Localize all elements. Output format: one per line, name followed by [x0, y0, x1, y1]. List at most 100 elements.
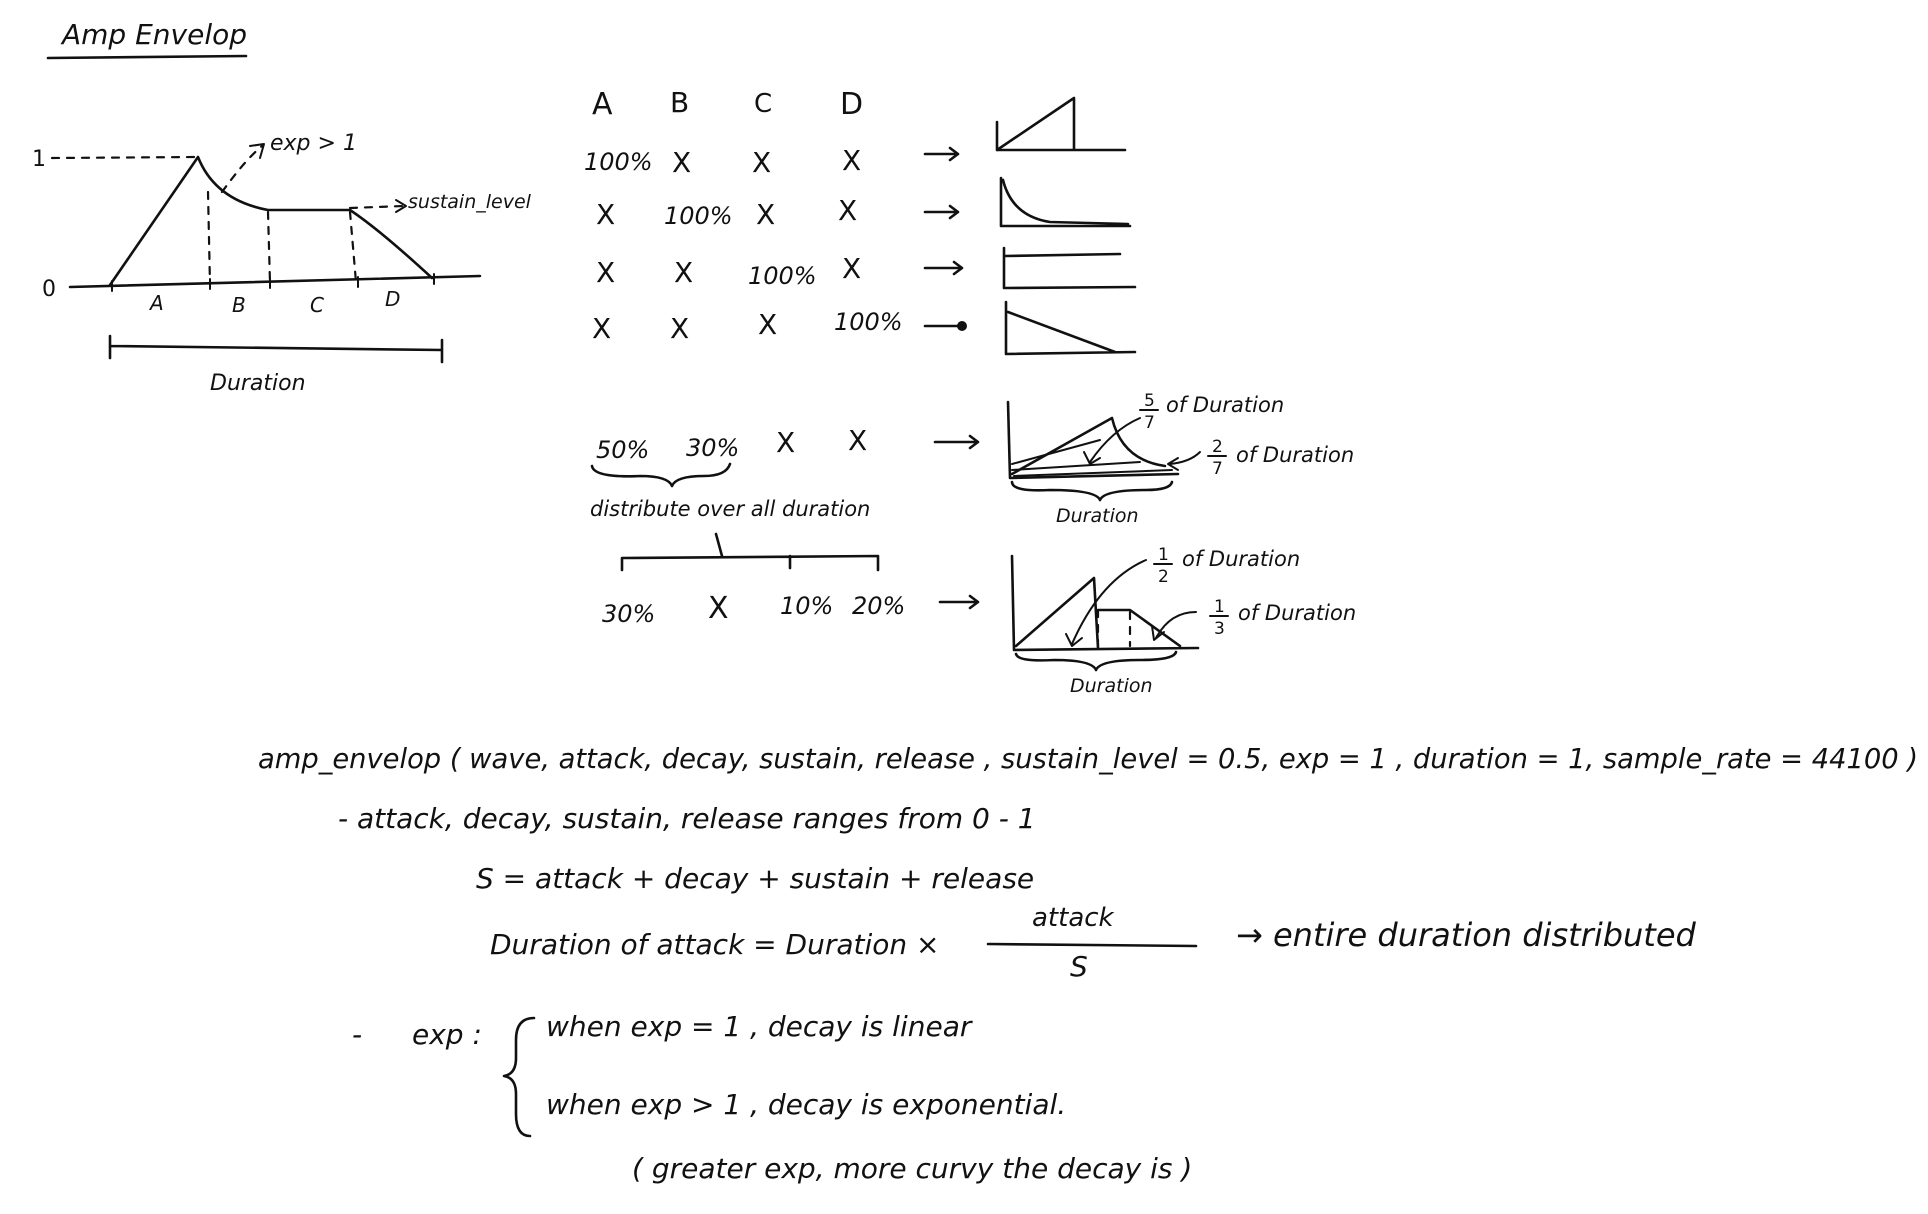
table-cell: 100%	[664, 202, 733, 230]
table-cell: X	[672, 146, 691, 179]
table-row: X 100% X X	[596, 176, 1132, 231]
segment-b-label: B	[232, 293, 246, 317]
decay-shape	[999, 176, 1132, 228]
y-tick-zero: 0	[42, 277, 56, 302]
row-arrow	[923, 204, 960, 220]
example-one-duration-label: Duration	[1056, 505, 1139, 527]
duration-label: Duration	[210, 371, 306, 396]
pointer-line	[1065, 559, 1147, 647]
example-two-duration-label: Duration	[1070, 675, 1153, 697]
divider-ab	[206, 190, 212, 287]
note-range: - attack, decay, sustain, release ranges…	[338, 802, 1036, 835]
row-arrow	[938, 594, 980, 610]
time-axis	[68, 274, 482, 289]
sustain-arrow-line	[348, 204, 406, 210]
table-cell: X	[752, 146, 771, 179]
pointer-line	[1151, 611, 1197, 641]
table-cell: 100%	[584, 148, 653, 176]
example-two-duration-brace	[1014, 650, 1178, 672]
example-one-brace	[590, 462, 732, 488]
segment-c-label: C	[310, 293, 324, 317]
example-two: 30% X 10% 20% Duration 1 2 of Duration 1…	[602, 532, 1356, 697]
table-cell: X	[674, 256, 693, 289]
note-duration-denominator: S	[1070, 950, 1088, 983]
segment-a-label: A	[148, 291, 164, 315]
table-cell: X	[842, 144, 861, 177]
table-cell: X	[838, 194, 857, 227]
header-b: B	[670, 86, 689, 119]
exp-arrow-line	[220, 144, 264, 194]
example-one-note: distribute over all duration	[590, 497, 870, 521]
example-one-value: 50%	[596, 436, 649, 464]
table-cell: X	[596, 256, 615, 289]
frac-denominator: 7	[1212, 459, 1223, 479]
sustain-note: sustain_level	[408, 191, 532, 213]
y-tick-one: 1	[32, 147, 46, 172]
table-cell: X	[842, 252, 861, 285]
table-header: A B C D	[592, 86, 863, 122]
example-two-bracket	[620, 532, 880, 572]
pointer-line	[1167, 451, 1201, 471]
segment-d-label: D	[385, 287, 400, 311]
example-two-value: 20%	[852, 592, 905, 620]
note-exp-label: exp :	[412, 1018, 482, 1051]
envelope-figure: 1 0 A B C D exp > 1 sustain_level Durati…	[32, 131, 532, 396]
example-two-value: 10%	[780, 592, 833, 620]
example-one-value: X	[848, 424, 867, 457]
envelope-curve	[108, 155, 434, 287]
table-cell: 100%	[748, 262, 817, 290]
note-duration-lhs: Duration of attack = Duration ×	[490, 928, 940, 961]
duration-bracket	[108, 334, 444, 364]
example-two-value: X	[708, 591, 729, 626]
row-arrow	[923, 146, 960, 162]
row-arrow	[923, 260, 964, 276]
table-cell: X	[756, 198, 775, 231]
example-two-value: 30%	[602, 600, 655, 628]
example-one-duration-brace	[1010, 480, 1174, 502]
notes-canvas: Amp Envelop 1 0 A B C D exp > 1 sustain_…	[32, 18, 1918, 1185]
frac-text: of Duration	[1238, 601, 1356, 625]
frac-text: of Duration	[1166, 393, 1284, 417]
table-cell: 100%	[834, 308, 903, 336]
release-shape	[1004, 300, 1137, 356]
frac-numerator: 1	[1158, 545, 1169, 565]
note-duration-numerator: attack	[1032, 903, 1115, 933]
example-one-value: 30%	[686, 434, 739, 462]
frac-text: of Duration	[1236, 443, 1354, 467]
frac-denominator: 3	[1214, 619, 1225, 639]
table-cell: X	[758, 308, 777, 341]
function-signature: amp_envelop ( wave, attack, decay, susta…	[258, 742, 1918, 775]
frac-denominator: 2	[1158, 567, 1169, 587]
header-d: D	[840, 87, 863, 122]
page-title: Amp Envelop	[60, 18, 247, 51]
sustain-shape	[1002, 246, 1137, 290]
note-exp-curvy: ( greater exp, more curvy the decay is )	[632, 1152, 1192, 1185]
frac-denominator: 7	[1144, 413, 1155, 433]
example-two-divider	[1096, 608, 1132, 648]
header-c: C	[754, 89, 772, 119]
note-duration-rhs: → entire duration distributed	[1236, 916, 1697, 954]
table-cell: X	[596, 198, 615, 231]
row-arrow-dot	[957, 321, 967, 331]
divider-cd	[348, 210, 358, 284]
exp-note: exp > 1	[270, 131, 357, 156]
row-arrow	[933, 434, 980, 450]
header-a: A	[592, 87, 613, 122]
frac-numerator: 1	[1214, 597, 1225, 617]
title-underline	[46, 54, 248, 60]
pointer-line	[1083, 417, 1141, 465]
frac-numerator: 2	[1212, 437, 1223, 457]
note-exp-dash: -	[352, 1018, 362, 1051]
example-two-axes	[1010, 554, 1200, 652]
divider-bc	[266, 210, 272, 285]
table-cell: X	[592, 312, 611, 345]
example-one: 50% 30% X X distribute over all duration…	[590, 391, 1354, 527]
note-sum: S = attack + decay + sustain + release	[476, 862, 1034, 895]
note-exp-brace	[502, 1016, 536, 1138]
table-row: X X X 100%	[592, 300, 1137, 356]
example-one-value: X	[776, 426, 795, 459]
table-cell: X	[670, 312, 689, 345]
peak-guide-line	[50, 155, 200, 160]
note-exp-exponential: when exp > 1 , decay is exponential.	[546, 1088, 1066, 1121]
note-fraction-bar	[986, 942, 1198, 948]
